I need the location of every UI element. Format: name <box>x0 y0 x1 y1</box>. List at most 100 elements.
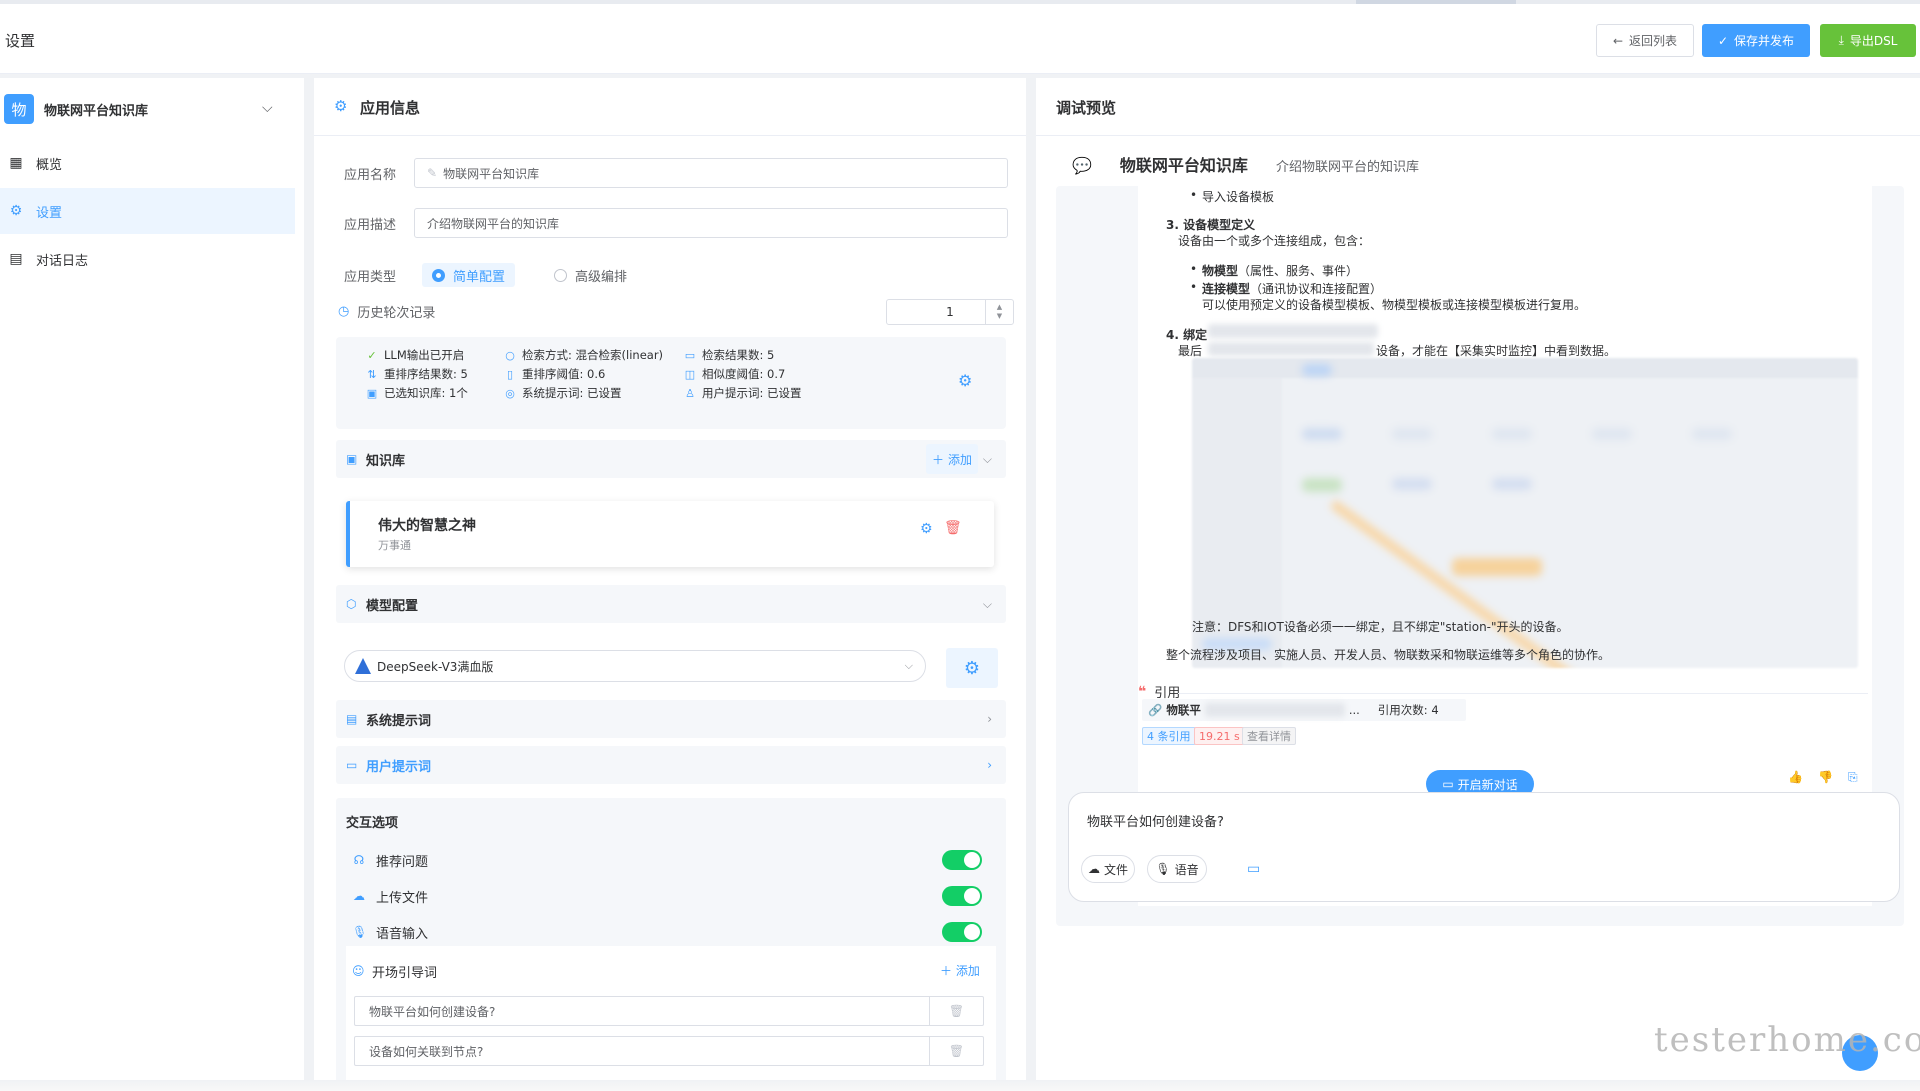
headset-icon: ☊ <box>353 853 365 867</box>
upload-row: ☁ 上传文件 <box>352 884 992 908</box>
summary-search-count: ▭ 检索结果数: 5 <box>684 348 775 362</box>
chevron-down-icon: ⌵ <box>982 451 992 466</box>
preview-title: 调试预览 <box>1056 99 1117 117</box>
knowledge-card-sub: 万事通 <box>378 539 411 552</box>
trash-icon[interactable]: 🗑 <box>929 1037 983 1065</box>
add-knowledge-button[interactable]: ＋添加 <box>926 444 978 474</box>
user-icon: ♙ <box>685 386 695 400</box>
clock-icon: ◷ <box>338 304 350 319</box>
sidebar-item-settings[interactable]: ⚙ 设置 <box>0 188 295 234</box>
interaction-options: 交互选项 ☊ 推荐问题 ☁ 上传文件 🎙 语音输入 ☺ 开场引导词 ＋ 添加 物… <box>336 798 1006 1091</box>
arrow-left-icon: ← <box>1612 33 1624 48</box>
debug-preview-panel: 调试预览 💬 物联网平台知识库 介绍物联网平台的知识库 导入设备模板 3. 设备… <box>1036 78 1920 1091</box>
user-prompt-row[interactable]: ▭ 用户提示词 › <box>336 746 1006 784</box>
sidebar-item-chat-log[interactable]: ▤ 对话日志 <box>0 236 295 282</box>
recommend-toggle[interactable] <box>942 850 982 870</box>
chevron-right-icon: › <box>987 758 992 772</box>
voice-toggle[interactable] <box>942 922 982 942</box>
voice-button[interactable]: 🎙 语音 <box>1147 855 1207 883</box>
cloud-upload-icon: ☁ <box>1087 862 1100 876</box>
gear-icon: ⚙ <box>9 203 23 219</box>
recommend-row: ☊ 推荐问题 <box>352 848 992 872</box>
add-guide-button[interactable]: ＋ 添加 <box>940 962 980 979</box>
microphone-icon: 🎙 <box>352 925 368 939</box>
page-title: 设置 <box>5 32 36 50</box>
sidebar-item-overview[interactable]: ▦ 概览 <box>0 140 295 186</box>
response-time-tag: 19.21 s <box>1194 727 1245 745</box>
summary-search-mode: ○ 检索方式: 混合检索(linear) <box>505 348 664 362</box>
gear-icon[interactable]: ⚙ <box>920 521 933 537</box>
knowledge-card[interactable]: 伟大的智慧之神 万事通 ⚙ 🗑 <box>346 501 994 567</box>
export-dsl-button[interactable]: ⤓ 导出DSL <box>1820 24 1916 57</box>
thumbs-up-icon[interactable]: 👍 <box>1788 770 1803 784</box>
file-button[interactable]: ☁ 文件 <box>1081 855 1135 883</box>
compare-icon: ◫ <box>684 367 696 381</box>
filter-icon: ▭ <box>684 348 696 362</box>
chat-icon: ▭ <box>1442 777 1454 791</box>
voice-row: 🎙 语音输入 <box>352 920 992 944</box>
back-to-list-button[interactable]: ← 返回列表 <box>1596 24 1694 57</box>
kb-switcher[interactable]: 物 物联网平台知识库 ⌵ <box>0 88 304 132</box>
message-icon[interactable]: ▭ <box>1247 861 1260 877</box>
config-summary: ✓ LLM输出已开启 ○ 检索方式: 混合检索(linear) ▭ 检索结果数: 5 … <box>336 337 1006 429</box>
chevron-down-icon: ⌵ <box>262 100 273 116</box>
chevron-right-icon: › <box>987 712 992 726</box>
sidebar: 物 物联网平台知识库 ⌵ ▦ 概览 ⚙ 设置 ▤ 对话日志 <box>0 78 304 1091</box>
opening-guide-title: 开场引导词 <box>372 966 438 981</box>
doc-icon: ▤ <box>9 251 23 267</box>
model-section-header[interactable]: ⬡ 模型配置 ⌵ <box>336 585 1006 623</box>
summary-rerank-threshold: ▯ 重排序阈值: 0.6 <box>504 366 605 382</box>
app-name-label: 应用名称 <box>344 168 397 183</box>
page-header: 设置 ← 返回列表 ✓ 保存并发布 ⤓ 导出DSL <box>0 4 1920 74</box>
thumbs-down-icon[interactable]: 👎 <box>1818 770 1833 784</box>
app-name-input[interactable]: ✎ 物联网平台知识库 <box>414 158 1008 188</box>
panel-header: ⚙ 应用信息 <box>314 78 1026 136</box>
check-icon: ✓ <box>1717 33 1729 48</box>
upload-toggle[interactable] <box>942 886 982 906</box>
stepper-arrows[interactable]: ▲ ▼ <box>985 300 1013 324</box>
knowledge-section-header[interactable]: ▣ 知识库 ＋添加 ⌵ <box>336 440 1006 478</box>
summary-llm: ✓ LLM输出已开启 <box>367 348 465 362</box>
guide-question-input[interactable]: 设备如何关联到节点? 🗑 <box>354 1036 984 1066</box>
copy-icon[interactable]: ⎘ <box>1848 770 1858 785</box>
trash-icon[interactable]: 🗑 <box>929 997 983 1025</box>
plus-icon: ＋ <box>931 452 944 467</box>
chevron-down-icon: ⌵ <box>982 596 992 611</box>
view-details-tag[interactable]: 查看详情 <box>1242 727 1296 745</box>
microphone-icon: 🎙 <box>1155 862 1171 876</box>
chevron-down-icon: ⌵ <box>904 659 913 672</box>
history-rounds-label: ◷ 历史轮次记录 <box>338 304 436 321</box>
app-config-panel: ⚙ 应用信息 应用名称 ✎ 物联网平台知识库 应用描述 介绍物联网平台的知识库 … <box>314 78 1026 1091</box>
opening-guide: ☺ 开场引导词 ＋ 添加 物联平台如何创建设备? 🗑 设备如何关联到节点? 🗑 <box>346 946 996 1091</box>
book-icon: ▣ <box>346 452 358 466</box>
citation-item[interactable]: 🔗 物联平 ... 引用次数: 4 <box>1142 699 1466 721</box>
interaction-title: 交互选项 <box>346 816 399 831</box>
message-icon: ☺ <box>352 964 365 978</box>
panel-title: 应用信息 <box>360 99 421 117</box>
chat-title: 💬 物联网平台知识库 介绍物联网平台的知识库 <box>1072 156 1419 175</box>
summary-user-prompt: ♙ 用户提示词: 已设置 <box>685 386 802 400</box>
chat-icon: 💬 <box>1072 156 1092 175</box>
save-publish-button[interactable]: ✓ 保存并发布 <box>1702 24 1810 57</box>
refs-count-tag: 4 条引用 <box>1142 727 1196 745</box>
download-icon: ⤓ <box>1838 33 1844 47</box>
summary-settings-gear-icon[interactable]: ⚙ <box>958 371 972 390</box>
quote-icon: ❝ <box>1138 683 1147 700</box>
search-icon: ○ <box>505 348 515 362</box>
gear-icon: ⚙ <box>963 657 981 679</box>
model-settings-button[interactable]: ⚙ <box>946 648 998 688</box>
radio-advanced-orchestration[interactable]: 高级编排 <box>544 263 637 287</box>
app-desc-textarea[interactable]: 介绍物联网平台的知识库 <box>414 208 1008 238</box>
kb-avatar: 物 <box>4 94 34 124</box>
history-rounds-stepper[interactable]: 1 ▲ ▼ <box>886 299 1014 325</box>
radio-simple-config[interactable]: 简单配置 <box>422 263 516 287</box>
system-prompt-row[interactable]: ▤ 系统提示词 › <box>336 700 1006 738</box>
model-select[interactable]: DeepSeek-V3满血版 ⌵ <box>344 650 926 682</box>
cloud-upload-icon: ☁ <box>353 889 365 903</box>
trash-icon[interactable]: 🗑 <box>944 520 962 536</box>
edit-icon: ✎ <box>427 166 438 180</box>
guide-question-input[interactable]: 物联平台如何创建设备? 🗑 <box>354 996 984 1026</box>
app-desc-label: 应用描述 <box>344 218 397 233</box>
chat-input[interactable]: 物联平台如何创建设备? ☁ 文件 🎙 语音 ▭ <box>1068 792 1900 902</box>
summary-rerank-count: ⇅ 重排序结果数: 5 <box>367 367 468 381</box>
